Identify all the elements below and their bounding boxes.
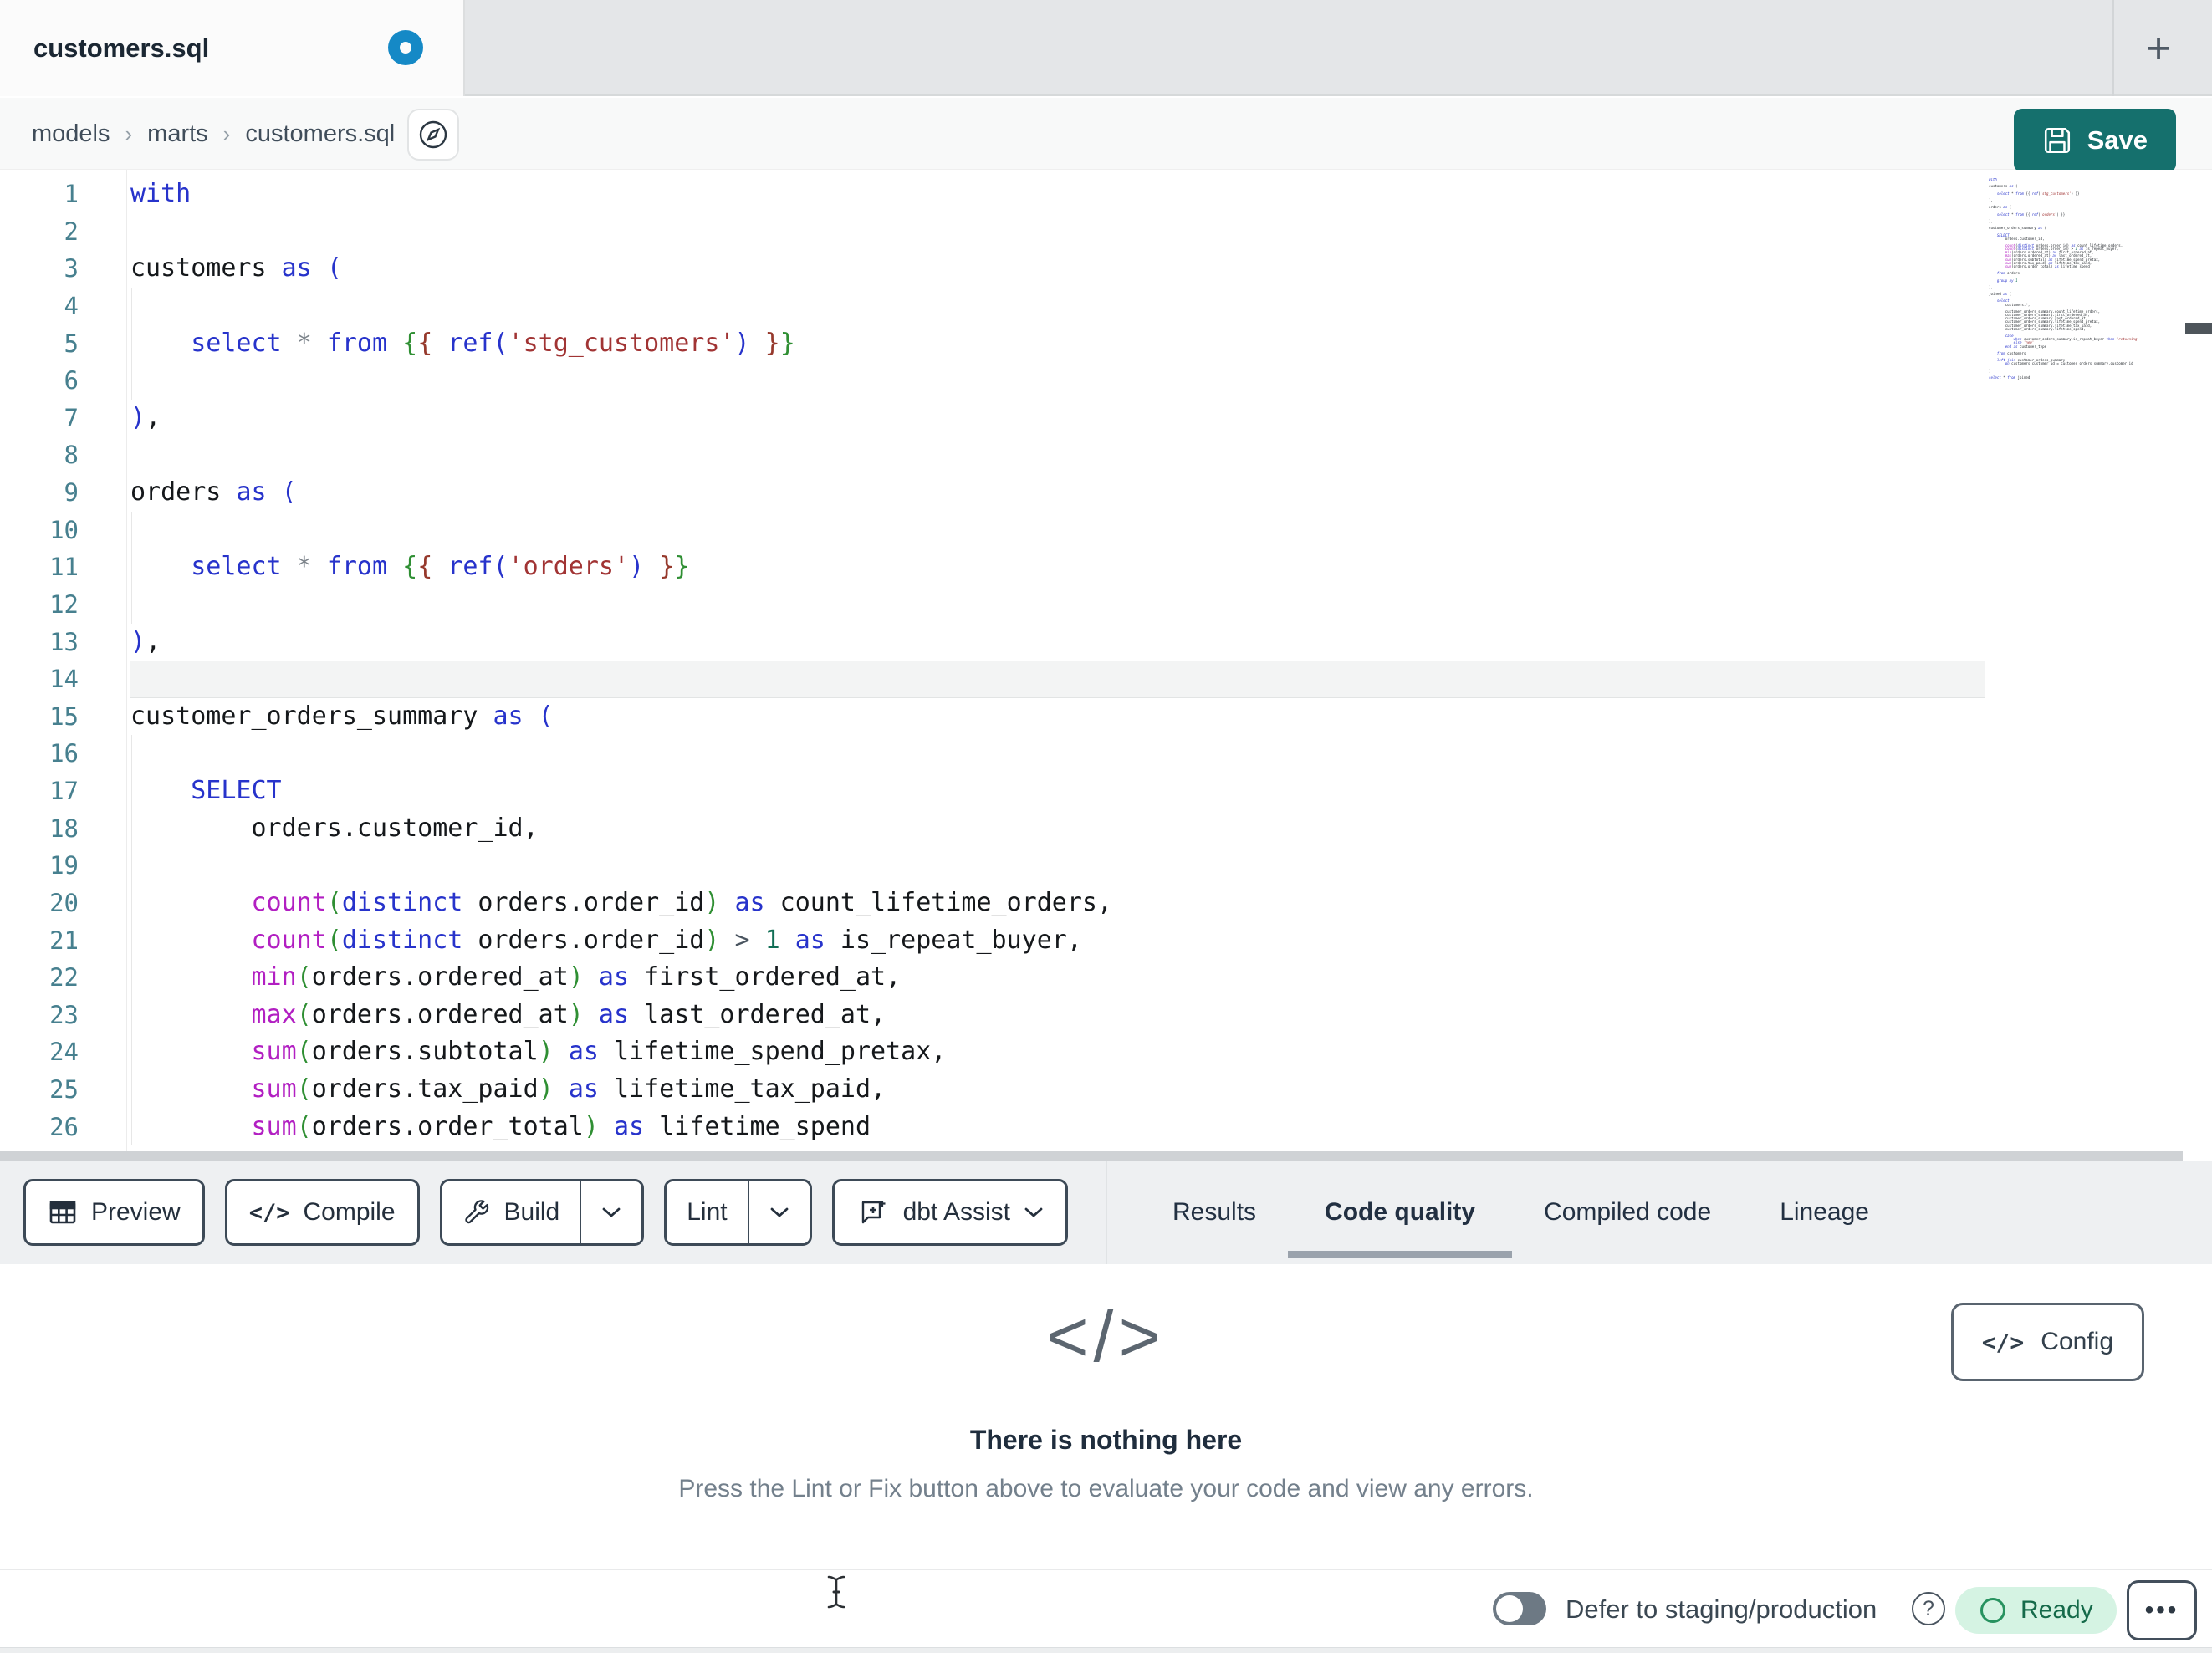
- code-line-3: customers as (: [130, 253, 342, 283]
- minimap[interactable]: with customers as ( select * from {{ ref…: [1989, 178, 2183, 383]
- save-floppy-icon: [2042, 125, 2072, 156]
- code-lines[interactable]: with customers as ( select * from {{ ref(…: [130, 176, 1985, 1146]
- config-label: Config: [2041, 1328, 2113, 1355]
- code-line-6: [130, 362, 1985, 400]
- save-label: Save: [2087, 125, 2148, 155]
- code-quality-panel: </> There is nothing here Press the Lint…: [0, 1264, 2212, 1570]
- wrench-icon: [462, 1198, 491, 1227]
- empty-state-code-icon: </>: [1046, 1297, 1166, 1377]
- lint-split-button: Lint: [664, 1179, 812, 1246]
- code-line-20: count(distinct orders.order_id) as count…: [130, 884, 1985, 922]
- breadcrumb: models › marts › customers.sql: [32, 98, 395, 170]
- table-icon: [48, 1197, 78, 1227]
- lint-label: Lint: [687, 1198, 728, 1226]
- status-bar: Defer to staging/production ? Ready •••: [0, 1572, 2212, 1647]
- code-line-1: with: [130, 179, 192, 208]
- code-line-11: select * from {{ ref('orders') }}: [130, 548, 1985, 586]
- preview-label: Preview: [91, 1198, 181, 1226]
- code-line-17: SELECT: [130, 773, 1985, 810]
- docs-compass-button[interactable]: [407, 109, 459, 161]
- tab-code-quality[interactable]: Code quality: [1288, 1161, 1513, 1264]
- compass-icon: [416, 118, 450, 151]
- tab-lineage[interactable]: Lineage: [1780, 1161, 1869, 1264]
- build-label: Build: [503, 1198, 560, 1226]
- compile-button[interactable]: </> Compile: [224, 1179, 420, 1246]
- code-editor[interactable]: 1 2 3 4 5 6 7 8 9 10 11 12 13 14 15 16 17 18 19 20 21 22 23 24 2…: [0, 170, 2212, 1151]
- more-options-button[interactable]: •••: [2127, 1580, 2197, 1640]
- compile-label: Compile: [303, 1198, 396, 1226]
- code-line-13: ),: [130, 626, 161, 656]
- tab-title: customers.sql: [33, 33, 210, 63]
- scrollbar-thumb[interactable]: [2185, 323, 2212, 334]
- window-bottom-edge: [0, 1647, 2212, 1653]
- ready-label: Ready: [2020, 1596, 2093, 1624]
- breadcrumb-separator: ›: [222, 120, 231, 146]
- code-line-12: [130, 585, 1985, 624]
- code-line-7: ),: [130, 402, 161, 432]
- code-line-21: count(distinct orders.order_id) > 1 as i…: [130, 921, 1985, 960]
- line-number-gutter: 1 2 3 4 5 6 7 8 9 10 11 12 13 14 15 16 17 18 19 20 21 22 23 24 2…: [49, 180, 79, 1141]
- save-button[interactable]: Save: [2013, 109, 2176, 172]
- panel-tab-bar: Results Code quality Compiled code Linea…: [1172, 1161, 1869, 1264]
- tab-bar: customers.sql +: [0, 0, 2212, 96]
- tab-results[interactable]: Results: [1172, 1161, 1256, 1264]
- build-button[interactable]: Build: [442, 1181, 580, 1243]
- breadcrumb-marts[interactable]: marts: [147, 120, 208, 148]
- code-line-26: sum(orders.order_total) as lifetime_spen…: [130, 1108, 1985, 1146]
- breadcrumb-models[interactable]: models: [32, 120, 110, 148]
- build-split-button: Build: [439, 1179, 645, 1246]
- build-dropdown-button[interactable]: [580, 1181, 642, 1243]
- lint-dropdown-button[interactable]: [747, 1181, 810, 1243]
- unsaved-indicator-dot: [388, 30, 423, 65]
- code-line-22: min(orders.ordered_at) as first_ordered_…: [130, 959, 1985, 997]
- gutter-border: [126, 170, 127, 1151]
- help-icon[interactable]: ?: [1912, 1592, 1945, 1625]
- assist-sparkle-chat-icon: [856, 1196, 890, 1229]
- file-path-bar: models › marts › customers.sql Save: [0, 98, 2212, 172]
- defer-toggle[interactable]: [1493, 1592, 1546, 1625]
- empty-state-title: There is nothing here: [969, 1425, 1243, 1455]
- breadcrumb-file[interactable]: customers.sql: [245, 120, 395, 148]
- config-button[interactable]: </> Config: [1950, 1303, 2144, 1381]
- ready-status-badge: Ready: [1955, 1587, 2117, 1634]
- empty-state-subtext: Press the Lint or Fix button above to ev…: [678, 1475, 1534, 1502]
- code-icon: </>: [248, 1199, 290, 1226]
- code-line-4: [130, 287, 1985, 325]
- chevron-down-icon: [1024, 1207, 1044, 1218]
- code-line-5: select * from {{ ref('stg_customers') }}: [130, 324, 1985, 363]
- breadcrumb-separator: ›: [125, 120, 133, 146]
- preview-button[interactable]: Preview: [23, 1179, 205, 1246]
- editor-panel-divider: [0, 1151, 2183, 1161]
- code-line-24: sum(orders.subtotal) as lifetime_spend_p…: [130, 1033, 1985, 1071]
- tab-customers-sql[interactable]: customers.sql: [0, 0, 465, 96]
- code-line-19: [130, 847, 1985, 885]
- dbt-assist-label: dbt Assist: [902, 1198, 1011, 1226]
- new-tab-button[interactable]: +: [2128, 18, 2189, 79]
- lint-button[interactable]: Lint: [667, 1181, 748, 1243]
- code-icon: </>: [1981, 1328, 2025, 1356]
- status-circle-icon: [1979, 1596, 2007, 1625]
- dbt-ide-window: customers.sql + models › marts › custome…: [0, 0, 2212, 1653]
- tab-compiled-code[interactable]: Compiled code: [1544, 1161, 1711, 1264]
- code-line-15: customer_orders_summary as (: [130, 701, 554, 731]
- code-line-18: orders.customer_id,: [130, 809, 1985, 848]
- code-line-23: max(orders.ordered_at) as last_ordered_a…: [130, 996, 1985, 1034]
- chevron-down-icon: [769, 1207, 789, 1218]
- tabbar-separator: [2112, 0, 2114, 96]
- code-line-25: sum(orders.tax_paid) as lifetime_tax_pai…: [130, 1071, 1985, 1109]
- code-line-10: [130, 511, 1985, 549]
- code-line-9: orders as (: [130, 477, 297, 507]
- toolbar-divider: [1106, 1161, 1107, 1264]
- chevron-down-icon: [601, 1207, 621, 1218]
- code-line-16: [130, 735, 1985, 773]
- defer-label: Defer to staging/production: [1566, 1594, 1877, 1624]
- action-toolbar: Preview </> Compile Build Lint dbt Assis…: [0, 1161, 2212, 1264]
- text-cursor-pointer: [824, 1574, 849, 1610]
- code-line-14: [130, 661, 1985, 698]
- dbt-assist-button[interactable]: dbt Assist: [831, 1179, 1069, 1246]
